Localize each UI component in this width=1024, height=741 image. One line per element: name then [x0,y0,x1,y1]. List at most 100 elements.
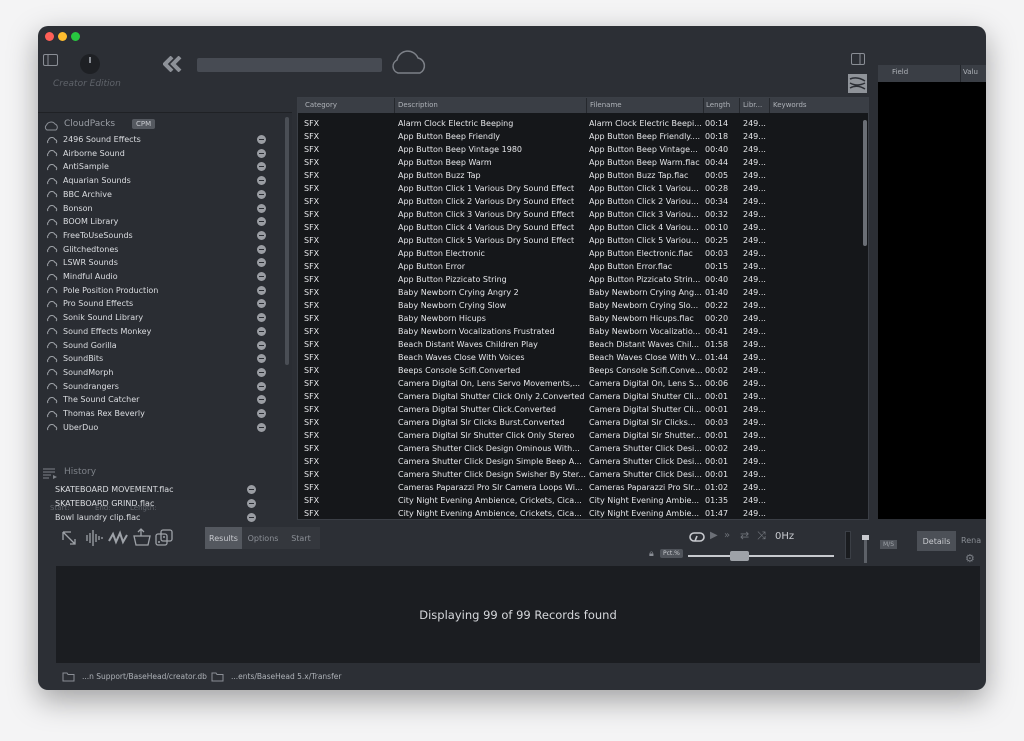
cloudpack-item[interactable]: Sound Gorilla [46,339,266,352]
table-row[interactable]: SFX Beeps Console Scifi.Converted Beeps Co… [298,365,860,378]
cloud-icon[interactable] [389,49,428,75]
pitch-mode-button[interactable]: Pct.% [660,549,683,558]
cloudpack-item[interactable]: LSWR Sounds [46,256,266,269]
remove-cloudpack-button[interactable] [257,189,266,199]
table-row[interactable]: SFX App Button Beep Friendly App Button Be… [298,131,860,144]
table-row[interactable]: SFX Beach Waves Close With Voices Beach Wa… [298,352,860,365]
sidebar-scrollbar[interactable] [285,117,289,365]
remove-cloudpack-button[interactable] [257,381,266,391]
remove-cloudpack-button[interactable] [257,176,266,186]
remove-cloudpack-button[interactable] [257,313,266,323]
cloudpack-item[interactable]: AntiSample [46,160,266,173]
table-row[interactable]: SFX Cameras Paparazzi Pro Slr Camera Loop… [298,482,860,495]
column-length[interactable]: Length [706,101,730,109]
cloudpack-item[interactable]: Sound Effects Monkey [46,325,266,338]
remove-cloudpack-button[interactable] [257,162,266,172]
cloudpack-item[interactable]: SoundBits [46,352,266,365]
waveform-view-icon[interactable] [848,74,867,93]
cloudpack-item[interactable]: Airborne Sound [46,147,266,160]
table-row[interactable]: SFX App Button Click 4 Various Dry Sound … [298,222,860,235]
settings-gear-icon[interactable]: ⚙ [965,552,975,565]
cloudpack-item[interactable]: Aquarian Sounds [46,174,266,187]
column-field[interactable]: Field [892,68,908,76]
cloudpack-item[interactable]: Thomas Rex Beverly [46,407,266,420]
table-row[interactable]: SFX App Button Click 2 Various Dry Sound … [298,196,860,209]
remove-cloudpack-button[interactable] [257,272,266,281]
minimize-window-button[interactable] [58,32,67,41]
cpm-button[interactable]: CPM [132,119,156,129]
table-row[interactable]: SFX Alarm Clock Electric Beeping Alarm Clo… [298,118,860,131]
remove-cloudpack-button[interactable] [257,285,266,295]
remove-cloudpack-button[interactable] [257,354,266,364]
remove-cloudpack-button[interactable] [257,326,266,336]
table-scrollbar[interactable] [863,120,867,246]
table-row[interactable]: SFX Camera Shutter Click Design Swisher B… [298,469,860,482]
loop-icon[interactable] [687,531,707,543]
shuffle-icon[interactable]: ⤨ [757,529,766,543]
remove-cloudpack-button[interactable] [257,135,266,144]
table-row[interactable]: SFX App Button Click 5 Various Dry Sound … [298,235,860,248]
waveform-icon[interactable] [82,529,104,547]
table-row[interactable]: SFX Baby Newborn Vocalizations Frustrated… [298,326,860,339]
remove-cloudpack-button[interactable] [257,299,266,309]
table-row[interactable]: SFX City Night Evening Ambience, Crickets… [298,495,860,508]
transfer-folder-icon[interactable] [211,671,224,682]
remove-history-button[interactable] [247,499,256,508]
close-window-button[interactable] [45,32,54,41]
remove-cloudpack-button[interactable] [257,217,266,227]
lock-icon[interactable]: 🔒︎ [649,549,654,559]
table-row[interactable]: SFX Baby Newborn Crying Slow Baby Newborn … [298,300,860,313]
tab-start[interactable]: Start [283,527,319,549]
column-category[interactable]: Category [305,101,337,109]
collapse-chevrons-icon[interactable] [163,56,185,72]
rename-tab[interactable]: Rena [961,536,981,545]
database-folder-icon[interactable] [62,671,75,682]
history-item[interactable]: SKATEBOARD MOVEMENT.flac [55,483,270,496]
drag-out-icon[interactable] [60,529,78,547]
cloudpack-item[interactable]: FreeToUseSounds [46,229,266,242]
column-keywords[interactable]: Keywords [773,101,807,109]
table-row[interactable]: SFX Camera Digital Shutter Click.Converte… [298,404,860,417]
table-row[interactable]: SFX App Button Beep Vintage 1980 App Butto… [298,144,860,157]
sidebar-toggle-icon[interactable] [43,54,58,66]
export-folder-icon[interactable] [132,528,152,547]
table-row[interactable]: SFX Camera Shutter Click Design Ominous W… [298,443,860,456]
table-row[interactable]: SFX App Button Beep Warm App Button Beep W… [298,157,860,170]
repeat-icon[interactable]: ⇄ [740,529,749,542]
table-row[interactable]: SFX App Button Click 1 Various Dry Sound … [298,183,860,196]
column-description[interactable]: Description [398,101,438,109]
cloudpack-item[interactable]: Glitchedtones [46,243,266,256]
fast-forward-icon[interactable]: » [724,530,730,541]
tab-results[interactable]: Results [205,527,242,549]
cloudpack-item[interactable]: Bonson [46,202,266,215]
column-value[interactable]: Valu [963,68,978,76]
remove-cloudpack-button[interactable] [257,148,266,158]
cloudpack-item[interactable]: Mindful Audio [46,270,266,283]
table-row[interactable]: SFX Camera Digital Slr Shutter Click Only… [298,430,860,443]
cloudpack-item[interactable]: UberDuo [46,421,266,434]
position-slider[interactable] [688,551,834,561]
random-dice-icon[interactable] [154,528,174,547]
history-item[interactable]: SKATEBOARD GRIND.flac [55,497,270,510]
remove-cloudpack-button[interactable] [257,395,266,405]
cloudpack-item[interactable]: SoundMorph [46,366,266,379]
table-row[interactable]: SFX Baby Newborn Hicups Baby Newborn Hicup… [298,313,860,326]
database-path[interactable]: ...n Support/BaseHead/creator.db [82,672,207,681]
zoom-window-button[interactable] [71,32,80,41]
remove-cloudpack-button[interactable] [257,258,266,268]
remove-cloudpack-button[interactable] [257,409,266,418]
transfer-path[interactable]: ...ents/BaseHead 5.x/Transfer [231,672,341,681]
remove-cloudpack-button[interactable] [257,340,266,350]
table-row[interactable]: SFX Camera Digital Shutter Click Only 2.C… [298,391,860,404]
search-input[interactable] [197,58,382,72]
table-row[interactable]: SFX City Night Evening Ambience, Crickets… [298,508,860,521]
table-row[interactable]: SFX App Button Click 3 Various Dry Sound … [298,209,860,222]
cloudpack-item[interactable]: BOOM Library [46,215,266,228]
volume-knob[interactable] [80,54,100,74]
remove-history-button[interactable] [247,513,256,522]
volume-fader[interactable] [862,534,869,563]
remove-history-button[interactable] [247,485,256,494]
panel-toggle-icon[interactable] [851,53,865,65]
cloudpack-item[interactable]: Soundrangers [46,380,266,393]
cloudpack-item[interactable]: Pole Position Production [46,284,266,297]
